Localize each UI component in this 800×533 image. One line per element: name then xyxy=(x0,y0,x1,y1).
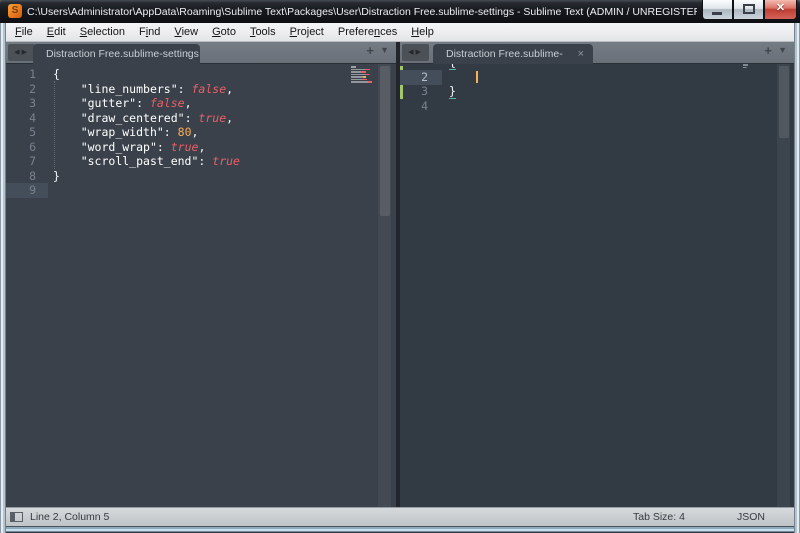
window-controls: ✕ xyxy=(702,0,797,19)
menubar: FileEditSelectionFindViewGotoToolsProjec… xyxy=(0,23,800,42)
scrollbar-thumb[interactable] xyxy=(779,66,789,138)
titlebar[interactable]: S C:\Users\Administrator\AppData\Roaming… xyxy=(0,0,800,23)
menu-preferences[interactable]: Preferences xyxy=(331,23,404,41)
tab-overflow-button[interactable]: ▼ xyxy=(778,45,787,55)
code-line[interactable]: { xyxy=(53,67,60,82)
menu-help[interactable]: Help xyxy=(404,23,441,41)
code-line[interactable]: "wrap_width": 80, xyxy=(53,125,198,140)
statusbar: Line 2, Column 5 Tab Size: 4 JSON xyxy=(0,507,800,526)
line-number: 5 xyxy=(6,125,36,140)
text-caret xyxy=(476,71,478,83)
sublime-logo-icon: S xyxy=(8,4,22,18)
tab-nav-arrows[interactable]: ◀▶ xyxy=(8,44,35,61)
minimap[interactable] xyxy=(743,64,755,76)
menu-tools[interactable]: Tools xyxy=(243,23,283,41)
tab-label: Distraction Free.sublime-settings xyxy=(46,48,199,60)
code-line[interactable]: "line_numbers": false, xyxy=(53,82,233,97)
tab-nav-arrows[interactable]: ◀▶ xyxy=(402,44,429,61)
code-line[interactable]: } xyxy=(449,84,456,99)
menu-project[interactable]: Project xyxy=(283,23,331,41)
vertical-scrollbar[interactable] xyxy=(378,64,391,507)
window-title: C:\Users\Administrator\AppData\Roaming\S… xyxy=(27,4,697,20)
code-line[interactable]: "draw_centered": true, xyxy=(53,111,233,126)
cursor-position[interactable]: Line 2, Column 5 xyxy=(30,511,109,523)
nav-back-icon[interactable]: ◀ xyxy=(408,49,415,56)
tab-close-icon[interactable]: × xyxy=(185,44,191,64)
close-button[interactable]: ✕ xyxy=(764,0,797,20)
code-line[interactable]: "word_wrap": true, xyxy=(53,140,205,155)
menu-view[interactable]: View xyxy=(167,23,205,41)
nav-forward-icon[interactable]: ▶ xyxy=(416,49,423,56)
sublime-text-window: S C:\Users\Administrator\AppData\Roaming… xyxy=(0,0,800,533)
maximize-icon xyxy=(743,4,755,14)
line-number: 4 xyxy=(6,111,36,126)
line-number: 3 xyxy=(400,84,428,99)
code-line[interactable]: "scroll_past_end": true xyxy=(53,154,240,169)
line-number: 4 xyxy=(400,99,428,114)
new-tab-button[interactable]: + xyxy=(366,43,374,58)
scrollbar-thumb[interactable] xyxy=(380,66,390,216)
menu-find[interactable]: Find xyxy=(132,23,167,41)
menu-selection[interactable]: Selection xyxy=(73,23,132,41)
editor-pane-left[interactable]: 1 {2 "line_numbers": false, 3 "gutter": fa… xyxy=(6,64,396,507)
maximize-button[interactable] xyxy=(733,0,764,20)
tabbar-right: ◀▶ Distraction Free.sublime-settings × +… xyxy=(400,42,794,64)
sidebar-toggle-icon[interactable] xyxy=(10,512,23,522)
window-border-right xyxy=(794,23,800,533)
window-border-bottom xyxy=(0,526,800,533)
new-tab-button[interactable]: + xyxy=(764,43,772,58)
code-line[interactable]: } xyxy=(53,169,60,184)
line-number: 2 xyxy=(6,82,36,97)
close-icon: ✕ xyxy=(765,1,796,14)
minimize-icon xyxy=(712,12,722,15)
menu-edit[interactable]: Edit xyxy=(40,23,73,41)
nav-back-icon[interactable]: ◀ xyxy=(14,49,21,56)
line-number: 3 xyxy=(6,96,36,111)
menu-goto[interactable]: Goto xyxy=(205,23,243,41)
tabbar-left: ◀▶ Distraction Free.sublime-settings × +… xyxy=(6,42,396,64)
line-number: 2 xyxy=(400,70,428,85)
syntax-indicator[interactable]: JSON xyxy=(737,511,765,523)
minimize-button[interactable] xyxy=(702,0,733,20)
minimap[interactable] xyxy=(351,66,375,82)
vertical-scrollbar[interactable] xyxy=(777,64,790,507)
code-line[interactable]: "gutter": false, xyxy=(53,96,192,111)
tab-left-distraction-free[interactable]: Distraction Free.sublime-settings × xyxy=(33,44,200,64)
code-line[interactable] xyxy=(449,70,477,85)
editor-pane-right[interactable]: {2 3}4 xyxy=(400,64,794,507)
window-border-left xyxy=(0,23,6,533)
line-number: 1 xyxy=(6,67,36,82)
line-number: 7 xyxy=(6,154,36,169)
tab-right-distraction-free[interactable]: Distraction Free.sublime-settings × xyxy=(433,44,593,64)
line-number: 9 xyxy=(6,183,36,198)
tab-overflow-button[interactable]: ▼ xyxy=(380,45,389,55)
nav-forward-icon[interactable]: ▶ xyxy=(22,49,29,56)
line-number: 6 xyxy=(6,140,36,155)
line-number: 8 xyxy=(6,169,36,184)
tab-size-indicator[interactable]: Tab Size: 4 xyxy=(633,511,685,523)
tab-close-icon[interactable]: × xyxy=(578,44,584,64)
menu-file[interactable]: File xyxy=(8,23,40,41)
